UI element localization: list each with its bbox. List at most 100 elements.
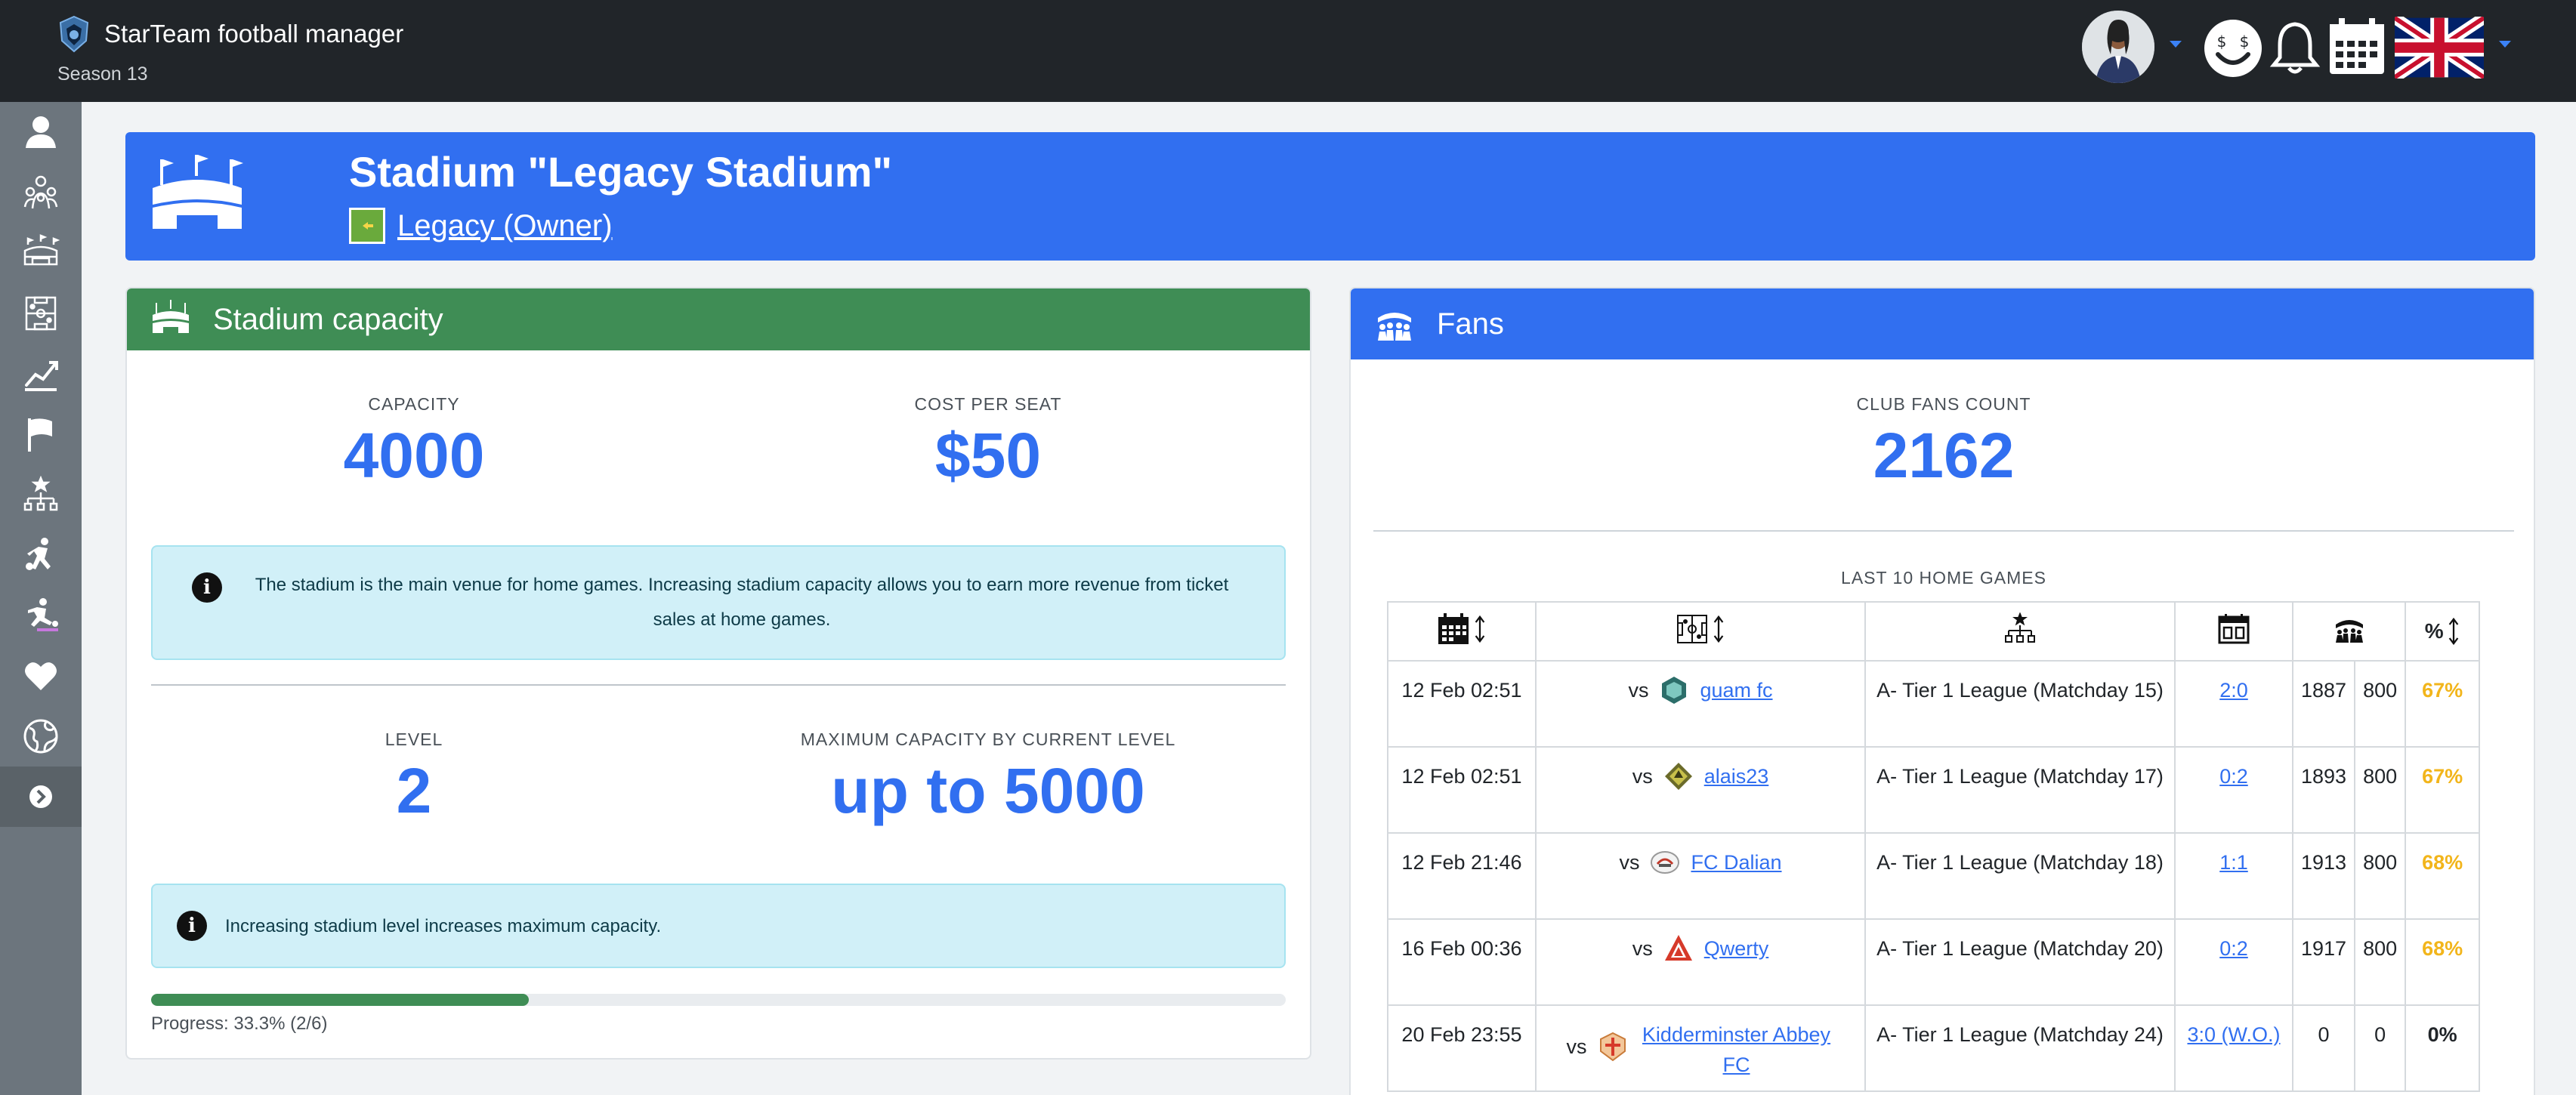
capacity-stat: CAPACITY 4000 xyxy=(255,394,573,492)
game-opponent: vs Kidderminster Abbey FC xyxy=(1535,1004,1866,1092)
game-date: 12 Feb 02:51 xyxy=(1387,746,1537,834)
opponent-link[interactable]: alais23 xyxy=(1704,761,1769,791)
score-link[interactable]: 0:2 xyxy=(2219,765,2248,788)
cost-per-seat-label: COST PER SEAT xyxy=(914,394,1062,414)
stadium-banner: Stadium "Legacy Stadium" Legacy (Owner) xyxy=(125,132,2535,261)
brand[interactable]: StarTeam football manager xyxy=(57,15,403,53)
top-navbar: StarTeam football manager Season 13 $ $ xyxy=(0,0,2576,102)
sidebar-expand-toggle[interactable] xyxy=(0,766,82,827)
fans-count-stat: CLUB FANS COUNT 2162 xyxy=(1755,394,2133,492)
opponent-link[interactable]: guam fc xyxy=(1700,675,1772,705)
sidebar-item-training[interactable] xyxy=(0,585,82,646)
stadium-title: Stadium "Legacy Stadium" xyxy=(349,148,893,196)
sidebar-item-tournaments[interactable] xyxy=(0,464,82,525)
score-link[interactable]: 2:0 xyxy=(2219,679,2248,702)
percent-value: 68% xyxy=(2405,832,2481,920)
hierarchy-icon xyxy=(2005,612,2035,643)
percent-value: 67% xyxy=(2405,660,2481,748)
opponent-link[interactable]: Kidderminster Abbey FC xyxy=(1639,1019,1835,1080)
language-dropdown-caret[interactable] xyxy=(2499,41,2511,48)
score-link[interactable]: 3:0 (W.O.) xyxy=(2187,1023,2280,1046)
brand-logo-icon xyxy=(59,15,89,53)
score-column-header xyxy=(2174,601,2293,662)
home-games-table: % 12 Feb 02:51 vs guam fc A- Tier 1 Leag… xyxy=(1387,601,2481,1092)
sort-icon xyxy=(1713,615,1724,643)
tactics-icon xyxy=(25,296,57,331)
globe-icon xyxy=(23,719,58,754)
sidebar-item-profile[interactable] xyxy=(0,102,82,162)
avatar-dropdown-caret[interactable] xyxy=(2170,41,2182,48)
svg-text:$: $ xyxy=(2240,32,2250,51)
table-row: 12 Feb 21:46 vs FC Dalian A- Tier 1 Leag… xyxy=(1387,832,2481,920)
level-progress-bar xyxy=(151,994,1286,1006)
sidebar-item-statistics[interactable] xyxy=(0,344,82,404)
game-competition: A- Tier 1 League (Matchday 15) xyxy=(1864,660,2176,748)
table-row: 16 Feb 00:36 vs Qwerty A- Tier 1 League … xyxy=(1387,918,2481,1006)
bell-icon[interactable] xyxy=(2269,20,2321,77)
sidebar-item-tactics[interactable] xyxy=(0,283,82,344)
attendance-value: 1893 xyxy=(2291,746,2356,834)
level-info-alert: i Increasing stadium level increases max… xyxy=(151,884,1286,968)
game-date: 12 Feb 21:46 xyxy=(1387,832,1537,920)
sidebar-item-fans[interactable] xyxy=(0,646,82,706)
level-value: 2 xyxy=(396,755,432,826)
divider xyxy=(151,684,1286,686)
vs-label: vs xyxy=(1619,851,1640,874)
fans-count-value: 2162 xyxy=(1873,420,2015,491)
level-progress-text: Progress: 33.3% (2/6) xyxy=(151,1013,328,1034)
game-opponent: vs guam fc xyxy=(1535,660,1866,748)
attendance-value: 0 xyxy=(2291,1004,2356,1092)
opponent-link[interactable]: Qwerty xyxy=(1704,933,1769,964)
avatar-image xyxy=(2082,11,2154,83)
percent-header-label: % xyxy=(2424,619,2444,643)
level-progress-fill xyxy=(151,994,530,1006)
player-run-icon xyxy=(26,538,51,570)
sidebar-item-stadium[interactable] xyxy=(0,223,82,283)
percent-column-header[interactable]: % xyxy=(2405,601,2481,662)
attendance-value: 1913 xyxy=(2291,832,2356,920)
sidebar-item-team[interactable] xyxy=(0,162,82,223)
owner-club-link[interactable]: Legacy (Owner) xyxy=(397,209,613,243)
game-competition: A- Tier 1 League (Matchday 17) xyxy=(1864,746,2176,834)
club-flag-icon xyxy=(349,208,385,244)
chart-icon xyxy=(25,361,58,391)
game-opponent: vs alais23 xyxy=(1535,746,1866,834)
avatar[interactable] xyxy=(2082,11,2154,83)
capacity-label: CAPACITY xyxy=(368,394,460,414)
user-icon xyxy=(26,116,56,148)
level-stat: LEVEL 2 xyxy=(255,729,573,828)
sidebar-item-players[interactable] xyxy=(0,525,82,585)
sidebar-item-world[interactable] xyxy=(0,706,82,766)
stadium-icon xyxy=(23,234,60,266)
team-logo-icon xyxy=(1662,677,1687,704)
season-label: Season 13 xyxy=(57,63,148,85)
uk-flag-icon[interactable] xyxy=(2395,17,2484,79)
max-capacity-stat: MAXIMUM CAPACITY BY CURRENT LEVEL up to … xyxy=(761,729,1215,828)
sidebar xyxy=(0,102,82,1095)
calendar-icon[interactable] xyxy=(2327,17,2387,77)
opponent-link[interactable]: FC Dalian xyxy=(1691,847,1781,878)
date-column-header[interactable] xyxy=(1387,601,1537,662)
flag-icon xyxy=(28,418,52,452)
money-face-icon[interactable]: $ $ xyxy=(2203,18,2263,79)
table-header-row: % xyxy=(1387,601,2481,662)
score-link[interactable]: 1:1 xyxy=(2219,851,2248,874)
score-link[interactable]: 0:2 xyxy=(2219,937,2248,960)
svg-text:$: $ xyxy=(2217,32,2227,51)
capacity-value: 4000 xyxy=(343,420,485,491)
stadium-info-alert: i The stadium is the main venue for home… xyxy=(151,545,1286,660)
cost-per-seat-stat: COST PER SEAT $50 xyxy=(837,394,1139,492)
level-label: LEVEL xyxy=(385,729,443,749)
fans-card-header: Fans xyxy=(1351,288,2534,359)
game-opponent: vs Qwerty xyxy=(1535,918,1866,1006)
sidebar-item-league[interactable] xyxy=(0,404,82,464)
last-home-games-caption: LAST 10 HOME GAMES xyxy=(1841,568,2046,588)
capacity-value: 800 xyxy=(2354,918,2407,1006)
max-capacity-value: up to 5000 xyxy=(831,755,1145,826)
chevron-right-icon xyxy=(29,785,52,808)
fans-icon xyxy=(2335,619,2363,643)
hierarchy-icon xyxy=(23,476,58,511)
opponent-column-header[interactable] xyxy=(1535,601,1866,662)
max-capacity-label: MAXIMUM CAPACITY BY CURRENT LEVEL xyxy=(800,729,1176,749)
percent-value: 68% xyxy=(2405,918,2481,1006)
